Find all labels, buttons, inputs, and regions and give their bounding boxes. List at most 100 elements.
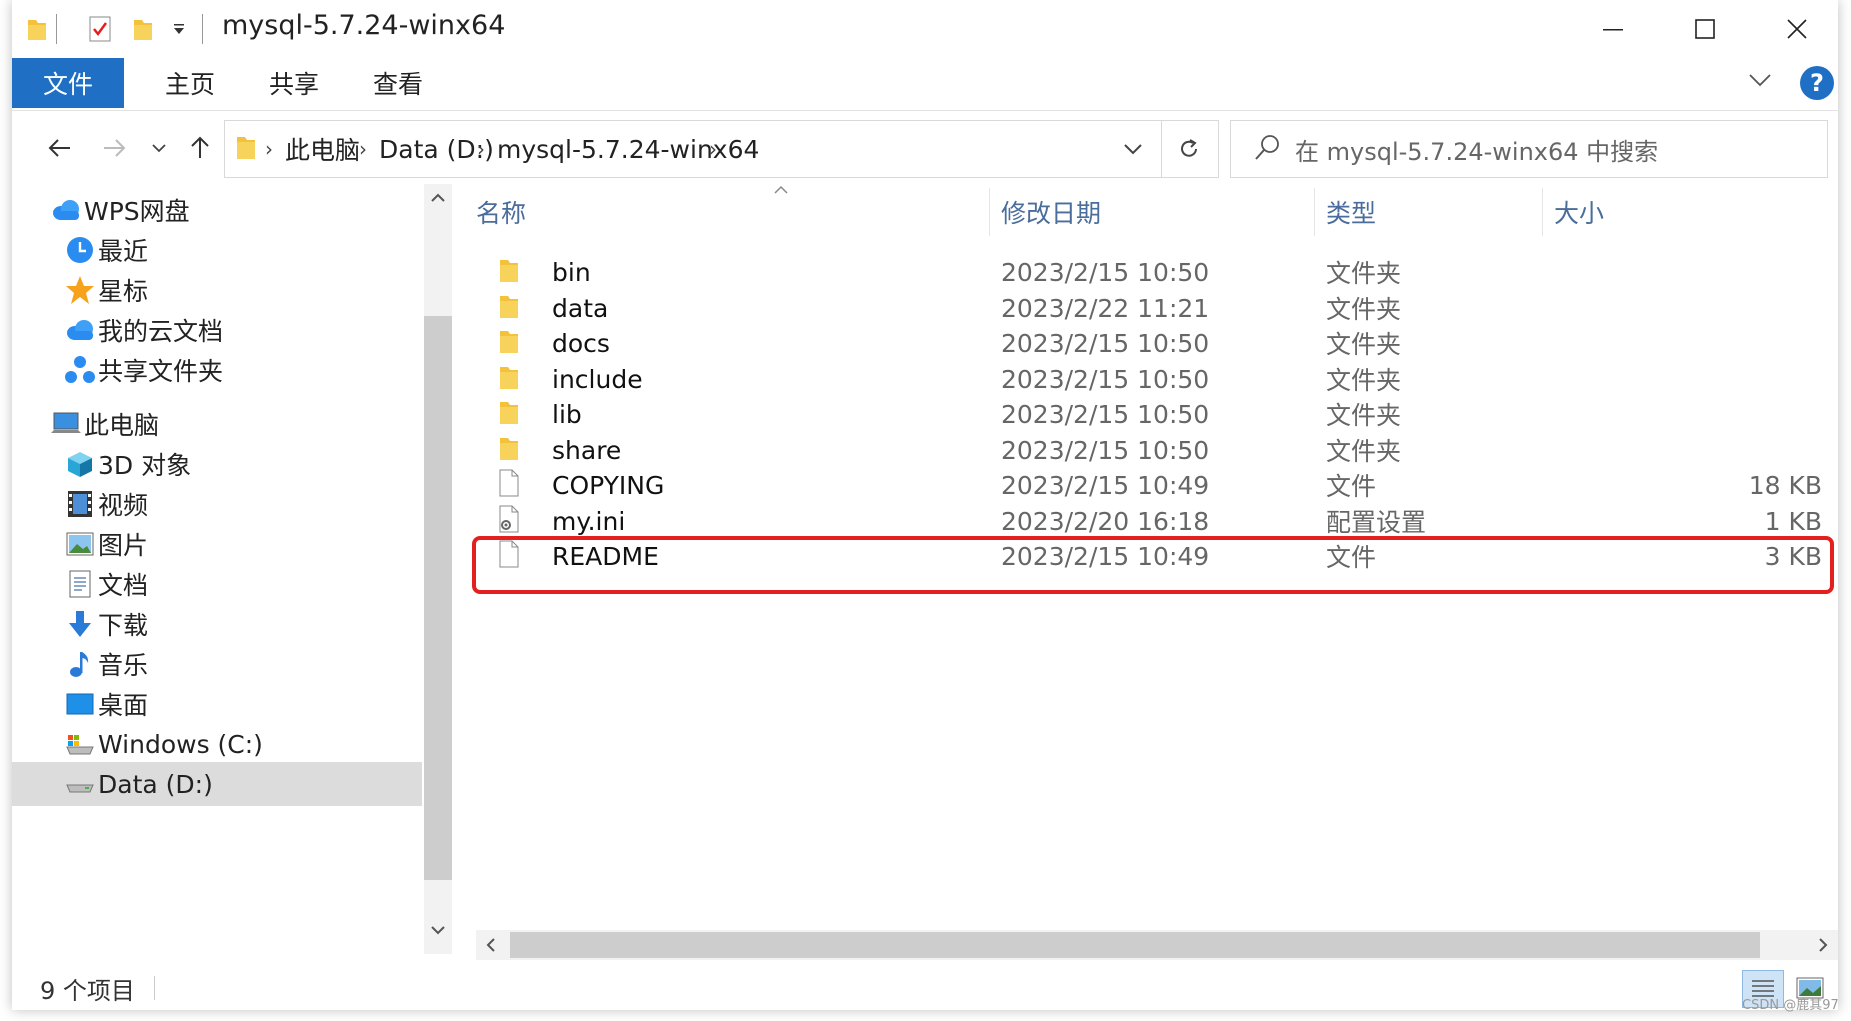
arrow-left-icon bbox=[48, 139, 70, 157]
column-header-name[interactable]: 名称 bbox=[476, 184, 526, 240]
drive-c-icon bbox=[64, 728, 96, 760]
chevron-down-icon bbox=[152, 144, 166, 153]
status-bar: 9 个项目 bbox=[12, 966, 1838, 1010]
folder-icon bbox=[235, 133, 257, 165]
cloud-doc-icon bbox=[64, 314, 96, 346]
address-history-dropdown[interactable] bbox=[1105, 121, 1161, 177]
arrow-right-icon bbox=[104, 139, 126, 157]
chevron-down-icon bbox=[1124, 144, 1142, 155]
search-box[interactable]: 在 mysql-5.7.24-winx64 中搜索 bbox=[1230, 120, 1828, 178]
picture-icon bbox=[64, 528, 96, 560]
file-explorer-window: mysql-5.7.24-winx64 文件 主页 共享 查看 ? › 此电脑 … bbox=[12, 0, 1838, 1010]
horizontal-scrollbar[interactable] bbox=[476, 930, 1838, 960]
maximize-button[interactable] bbox=[1660, 0, 1750, 58]
close-button[interactable] bbox=[1752, 0, 1838, 58]
config-file-icon bbox=[498, 505, 520, 537]
horizontal-scroll-thumb[interactable] bbox=[510, 932, 1760, 958]
toolbar-separator bbox=[56, 14, 57, 44]
arrow-up-icon bbox=[191, 136, 209, 158]
back-button[interactable] bbox=[40, 126, 80, 170]
expand-ribbon-chevron-icon[interactable] bbox=[1748, 72, 1772, 92]
help-button[interactable]: ? bbox=[1800, 66, 1834, 100]
breadcrumb-chevron-icon[interactable]: › bbox=[359, 121, 367, 177]
folder-icon bbox=[498, 363, 520, 395]
sidebar-item-this-pc[interactable]: 此电脑 bbox=[12, 402, 422, 446]
sidebar-item-pictures[interactable]: 图片 bbox=[12, 522, 422, 566]
item-count: 9 个项目 bbox=[40, 976, 135, 1005]
properties-icon[interactable] bbox=[88, 14, 112, 44]
sidebar-scrollbar[interactable] bbox=[424, 184, 452, 954]
tab-view[interactable]: 查看 bbox=[348, 58, 448, 108]
scroll-right-icon[interactable] bbox=[1808, 930, 1838, 960]
folder-icon bbox=[498, 327, 520, 359]
clock-icon bbox=[64, 234, 96, 266]
cloud-icon bbox=[50, 194, 82, 226]
sidebar-item-documents[interactable]: 文档 bbox=[12, 562, 422, 606]
column-header-size[interactable]: 大小 bbox=[1554, 184, 1604, 240]
cube-icon bbox=[64, 448, 96, 480]
sidebar-item-desktop[interactable]: 桌面 bbox=[12, 682, 422, 726]
customize-toolbar-icon[interactable] bbox=[172, 14, 186, 44]
search-input[interactable]: 在 mysql-5.7.24-winx64 中搜索 bbox=[1295, 121, 1658, 177]
column-header-type[interactable]: 类型 bbox=[1326, 184, 1376, 240]
tab-share[interactable]: 共享 bbox=[244, 58, 344, 108]
sidebar-item-shared-folder[interactable]: 共享文件夹 bbox=[12, 348, 422, 392]
minimize-button[interactable] bbox=[1568, 0, 1658, 58]
ribbon: 文件 主页 共享 查看 ? bbox=[12, 58, 1838, 111]
sidebar-item-3d-objects[interactable]: 3D 对象 bbox=[12, 442, 422, 486]
navigation-pane: WPS网盘 最近 星标 我的云文档 共享文件夹 此电脑 3D 对象 视频 图片 … bbox=[12, 184, 424, 954]
status-separator bbox=[154, 976, 155, 1000]
forward-button[interactable] bbox=[94, 126, 134, 170]
search-icon bbox=[1253, 133, 1281, 167]
new-folder-icon[interactable] bbox=[132, 14, 154, 44]
navigation-bar: › 此电脑 › Data (D:) › mysql-5.7.24-winx64 … bbox=[12, 112, 1838, 184]
tab-file[interactable]: 文件 bbox=[12, 58, 124, 108]
sidebar-item-videos[interactable]: 视频 bbox=[12, 482, 422, 526]
highlight-annotation bbox=[472, 536, 1834, 594]
folder-icon bbox=[498, 292, 520, 324]
column-separator[interactable] bbox=[1314, 188, 1315, 236]
folder-icon bbox=[498, 256, 520, 288]
sidebar-item-wps-cloud[interactable]: WPS网盘 bbox=[12, 188, 422, 232]
column-separator[interactable] bbox=[1542, 188, 1543, 236]
share-folder-icon bbox=[64, 354, 96, 386]
breadcrumb-mysql-folder[interactable]: mysql-5.7.24-winx64 bbox=[497, 121, 759, 177]
drive-d-icon bbox=[64, 768, 96, 800]
desktop-icon bbox=[64, 688, 96, 720]
folder-icon bbox=[26, 14, 48, 44]
sidebar-item-data-d[interactable]: Data (D:) bbox=[12, 762, 422, 806]
sidebar-item-windows-c[interactable]: Windows (C:) bbox=[12, 722, 422, 766]
sidebar-scroll-thumb[interactable] bbox=[424, 316, 452, 880]
scroll-down-icon[interactable] bbox=[424, 916, 452, 944]
star-icon bbox=[64, 274, 96, 306]
address-bar[interactable]: › 此电脑 › Data (D:) › mysql-5.7.24-winx64 … bbox=[224, 120, 1162, 178]
sidebar-item-my-cloud-docs[interactable]: 我的云文档 bbox=[12, 308, 422, 352]
column-separator[interactable] bbox=[989, 188, 990, 236]
breadcrumb-this-pc[interactable]: 此电脑 bbox=[285, 121, 360, 177]
sidebar-item-downloads[interactable]: 下载 bbox=[12, 602, 422, 646]
computer-icon bbox=[50, 408, 82, 440]
file-icon bbox=[498, 469, 520, 501]
sort-ascending-icon bbox=[774, 180, 788, 199]
watermark: CSDN @鹿其97 bbox=[1742, 998, 1839, 1013]
toolbar-separator bbox=[202, 14, 203, 44]
folder-icon bbox=[498, 398, 520, 430]
window-title: mysql-5.7.24-winx64 bbox=[222, 10, 506, 41]
tab-home[interactable]: 主页 bbox=[140, 58, 240, 108]
music-icon bbox=[64, 648, 96, 680]
video-icon bbox=[64, 488, 96, 520]
breadcrumb-chevron-icon[interactable]: › bbox=[477, 121, 485, 177]
scroll-up-icon[interactable] bbox=[424, 184, 452, 212]
up-button[interactable] bbox=[180, 126, 220, 170]
scroll-left-icon[interactable] bbox=[476, 930, 506, 960]
breadcrumb-chevron-icon[interactable]: › bbox=[709, 121, 717, 177]
column-header-date[interactable]: 修改日期 bbox=[1001, 184, 1101, 240]
sidebar-item-music[interactable]: 音乐 bbox=[12, 642, 422, 686]
refresh-icon bbox=[1181, 139, 1197, 157]
recent-locations-button[interactable] bbox=[146, 126, 172, 170]
refresh-button[interactable] bbox=[1160, 120, 1219, 178]
title-bar: mysql-5.7.24-winx64 bbox=[12, 0, 1838, 58]
breadcrumb-chevron-icon[interactable]: › bbox=[265, 121, 273, 177]
sidebar-item-starred[interactable]: 星标 bbox=[12, 268, 422, 312]
sidebar-item-recent[interactable]: 最近 bbox=[12, 228, 422, 272]
